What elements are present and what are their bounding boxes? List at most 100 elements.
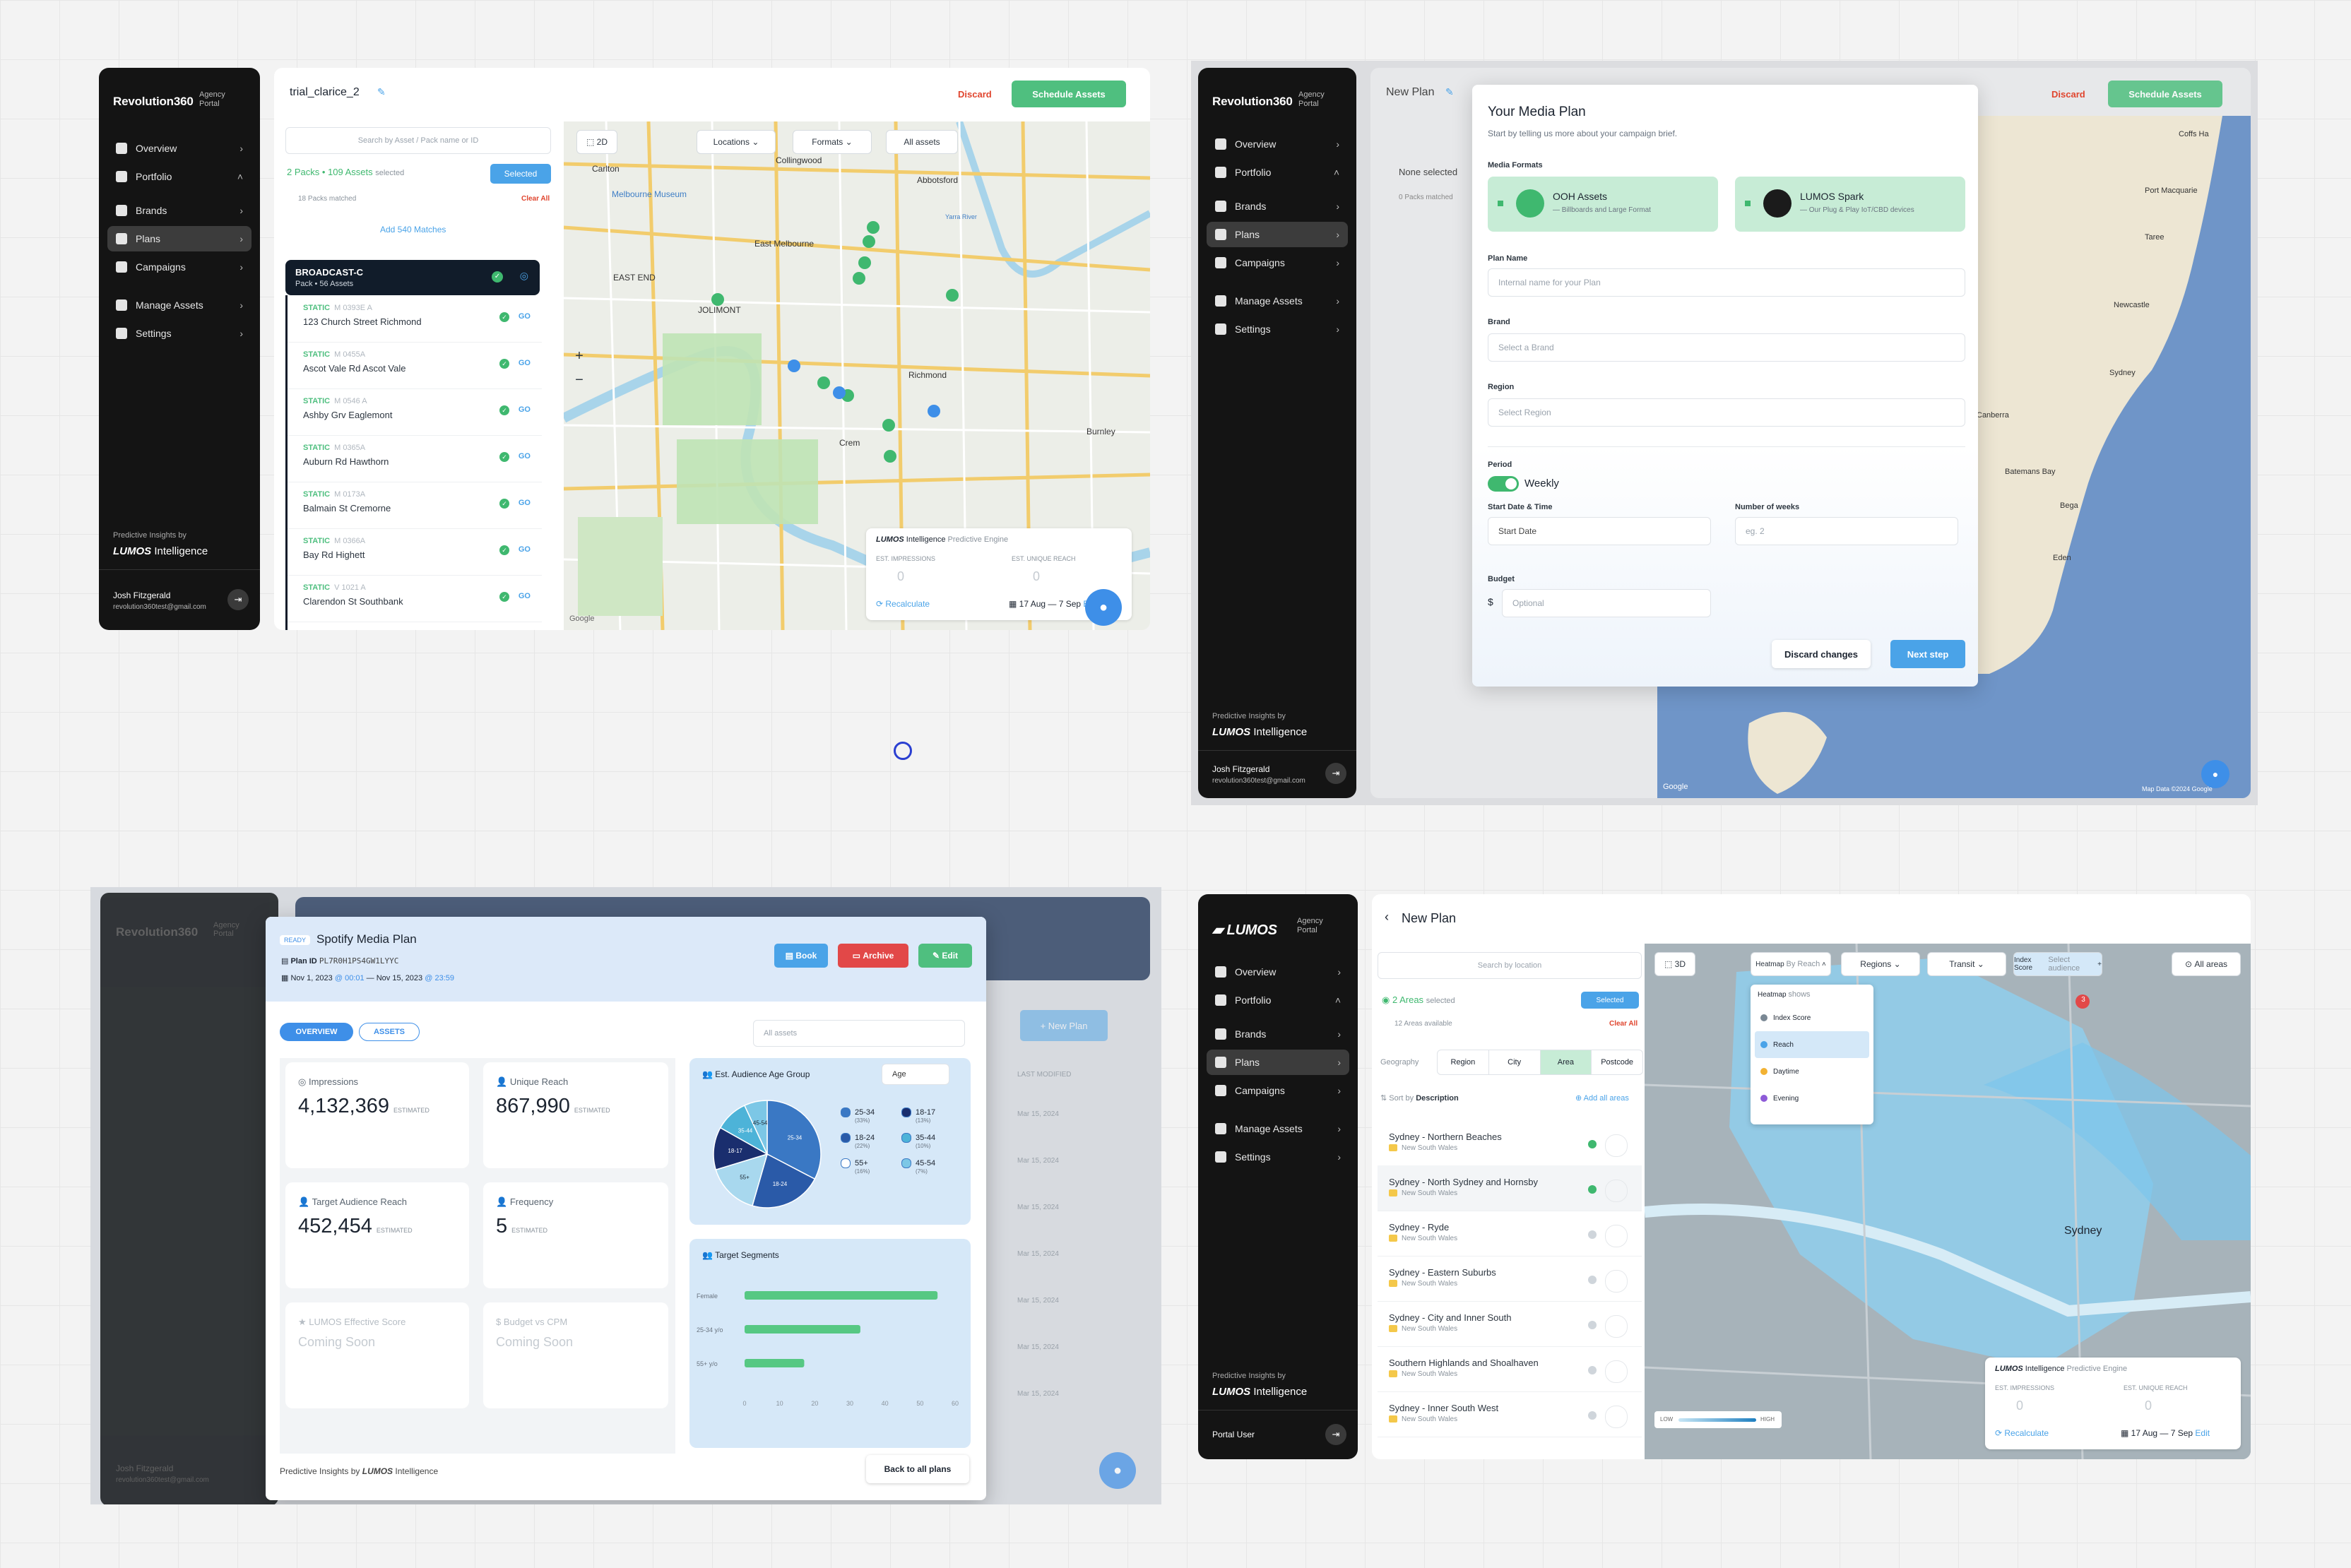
area-toggle[interactable] <box>1605 1270 1628 1293</box>
schedule-assets-button[interactable]: Schedule Assets <box>2108 81 2222 107</box>
asset-row[interactable]: STATIC M 0173A Balmain St Cremorne ✓ GO <box>288 482 542 529</box>
schedule-assets-button[interactable]: Schedule Assets <box>1012 81 1126 107</box>
logout-button[interactable]: ⇥ <box>1325 1424 1346 1445</box>
nav-campaigns[interactable]: Campaigns › <box>1207 1078 1349 1103</box>
book-button[interactable]: ▤ Book <box>774 944 828 968</box>
go-button[interactable]: GO <box>519 499 531 507</box>
area-row[interactable]: Sydney - City and Inner South New South W… <box>1378 1301 1642 1347</box>
asset-row[interactable]: STATIC M 0365A Auburn Rd Hawthorn ✓ GO <box>288 435 542 482</box>
heatmap-option-daytime[interactable]: Daytime <box>1755 1058 1869 1085</box>
edit-icon[interactable]: ✎ <box>377 86 386 98</box>
asset-row[interactable]: STATIC V 1021 A Clarendon St Southbank ✓ GO <box>288 575 542 622</box>
chat-button[interactable]: ● <box>1099 1452 1136 1489</box>
area-toggle[interactable] <box>1605 1134 1628 1157</box>
start-date-input[interactable]: Start Date <box>1488 517 1711 545</box>
weeks-input[interactable]: eg. 2 <box>1735 517 1958 545</box>
area-toggle[interactable] <box>1605 1315 1628 1338</box>
recalculate-button[interactable]: ⟳ Recalculate <box>876 599 930 609</box>
regions-dropdown[interactable]: Regions ⌄ <box>1841 952 1920 976</box>
target-icon[interactable]: ◎ <box>520 270 528 282</box>
nav-campaigns[interactable]: Campaigns › <box>1207 250 1348 275</box>
heatmap-option-evening[interactable]: Evening <box>1755 1085 1869 1112</box>
discard-button[interactable]: Discard <box>2051 89 2085 100</box>
weekly-toggle[interactable] <box>1488 476 1519 492</box>
new-plan-button[interactable]: + New Plan <box>1020 1010 1108 1041</box>
nav-plans[interactable]: Plans › <box>107 226 251 251</box>
add-all-areas-link[interactable]: ⊕ Add all areas <box>1575 1093 1629 1103</box>
nav-settings[interactable]: Settings › <box>107 321 251 346</box>
selected-toggle[interactable]: Selected <box>490 164 551 184</box>
area-map[interactable]: 3 Sydney ⬚ 3D Heatmap By Reach ˄ Regions… <box>1645 944 2251 1459</box>
lumos-spark-option[interactable]: LUMOS Spark — Our Plug & Play IoT/CBD de… <box>1735 177 1965 232</box>
logout-button[interactable]: ⇥ <box>227 589 249 610</box>
area-toggle[interactable] <box>1605 1360 1628 1383</box>
heatmap-option-reach[interactable]: Reach <box>1755 1031 1869 1058</box>
nav-brands[interactable]: Brands › <box>107 198 251 223</box>
region-select[interactable]: Select Region <box>1488 398 1965 427</box>
discard-changes-button[interactable]: Discard changes <box>1772 640 1871 668</box>
area-row[interactable]: Sydney - Eastern Suburbs New South Wales <box>1378 1256 1642 1302</box>
go-button[interactable]: GO <box>519 359 531 367</box>
recalculate-button[interactable]: ⟳ Recalculate <box>1995 1428 2049 1438</box>
geo-tab-region[interactable]: Region <box>1438 1050 1489 1074</box>
geo-tab-city[interactable]: City <box>1489 1050 1541 1074</box>
nav-settings[interactable]: Settings › <box>1207 316 1348 342</box>
nav-overview[interactable]: Overview › <box>107 136 251 161</box>
nav-plans[interactable]: Plans › <box>1207 1050 1349 1075</box>
area-toggle[interactable] <box>1605 1406 1628 1428</box>
asset-row[interactable]: STATIC M 0366A Bay Rd Highett ✓ GO <box>288 528 542 576</box>
nav-campaigns[interactable]: Campaigns › <box>107 254 251 280</box>
nav-manage-assets[interactable]: Manage Assets › <box>1207 288 1348 314</box>
clear-all-link[interactable]: Clear All <box>521 195 550 203</box>
next-step-button[interactable]: Next step <box>1890 640 1965 668</box>
clear-all-link[interactable]: Clear All <box>1609 1020 1638 1028</box>
area-row[interactable]: Sydney - Ryde New South Wales <box>1378 1211 1642 1257</box>
age-select[interactable]: Age <box>882 1064 949 1085</box>
brand-select[interactable]: Select a Brand <box>1488 333 1965 362</box>
chat-button[interactable]: ● <box>1085 589 1122 626</box>
nav-overview[interactable]: Overview › <box>1207 131 1348 157</box>
area-row[interactable]: Sydney - Inner South West New South Wales <box>1378 1391 1642 1437</box>
go-button[interactable]: GO <box>519 592 531 600</box>
asset-row[interactable]: STATIC M 0455A Ascot Vale Rd Ascot Vale ✓ GO <box>288 342 542 389</box>
archive-button[interactable]: ▭ Archive <box>838 944 908 968</box>
geo-tab-postcode[interactable]: Postcode <box>1592 1050 1642 1074</box>
nav-portfolio[interactable]: Portfolio ˄ <box>1207 987 1349 1013</box>
go-button[interactable]: GO <box>519 545 531 554</box>
edit-button[interactable]: ✎ Edit <box>918 944 972 968</box>
ooh-assets-option[interactable]: OOH Assets — Billboards and Large Format <box>1488 177 1718 232</box>
tab-assets[interactable]: ASSETS <box>359 1023 420 1041</box>
area-row[interactable]: Southern Highlands and Shoalhaven New Sou… <box>1378 1346 1642 1392</box>
logout-button[interactable]: ⇥ <box>1325 763 1346 784</box>
sort-control[interactable]: ⇅ Sort by Description <box>1380 1093 1459 1103</box>
go-button[interactable]: GO <box>519 312 531 321</box>
discard-button[interactable]: Discard <box>958 89 992 100</box>
nav-settings[interactable]: Settings › <box>1207 1144 1349 1170</box>
asset-row[interactable]: STATIC M 0393E A 123 Church Street Richmon… <box>288 295 542 343</box>
area-row[interactable]: Sydney - North Sydney and Hornsby New Sou… <box>1378 1165 1642 1211</box>
nav-portfolio[interactable]: Portfolio ˄ <box>1207 160 1348 185</box>
geo-tab-area[interactable]: Area <box>1540 1050 1592 1074</box>
heatmap-dropdown[interactable]: Heatmap By Reach ˄ <box>1751 952 1831 976</box>
nav-brands[interactable]: Brands › <box>1207 194 1348 219</box>
nav-manage-assets[interactable]: Manage Assets › <box>107 292 251 318</box>
nav-manage-assets[interactable]: Manage Assets › <box>1207 1116 1349 1141</box>
selected-toggle[interactable]: Selected <box>1581 992 1639 1009</box>
heatmap-option-index-score[interactable]: Index Score <box>1755 1004 1869 1031</box>
view-3d-toggle[interactable]: ⬚ 3D <box>1654 952 1695 976</box>
back-arrow-icon[interactable]: ‹ <box>1385 910 1389 925</box>
asset-search-input[interactable]: Search by Asset / Pack name or ID <box>285 127 551 154</box>
assets-filter-select[interactable]: All assets <box>753 1020 965 1047</box>
nav-overview[interactable]: Overview › <box>1207 959 1349 985</box>
edit-icon[interactable]: ✎ <box>1445 86 1454 98</box>
go-button[interactable]: GO <box>519 452 531 461</box>
area-toggle[interactable] <box>1605 1225 1628 1247</box>
area-row[interactable]: Sydney - Northern Beaches New South Wales <box>1378 1120 1642 1166</box>
nav-portfolio[interactable]: Portfolio ˄ <box>107 164 251 189</box>
chat-button[interactable]: ● <box>2201 760 2229 788</box>
location-search-input[interactable]: Search by location <box>1378 952 1642 979</box>
asset-row[interactable]: STATIC M 0546 A Ashby Grv Eaglemont ✓ GO <box>288 388 542 436</box>
index-score-dropdown[interactable]: Index Score Select audience + <box>2013 952 2102 976</box>
budget-input[interactable]: Optional <box>1502 589 1711 617</box>
transit-dropdown[interactable]: Transit ⌄ <box>1927 952 2006 976</box>
